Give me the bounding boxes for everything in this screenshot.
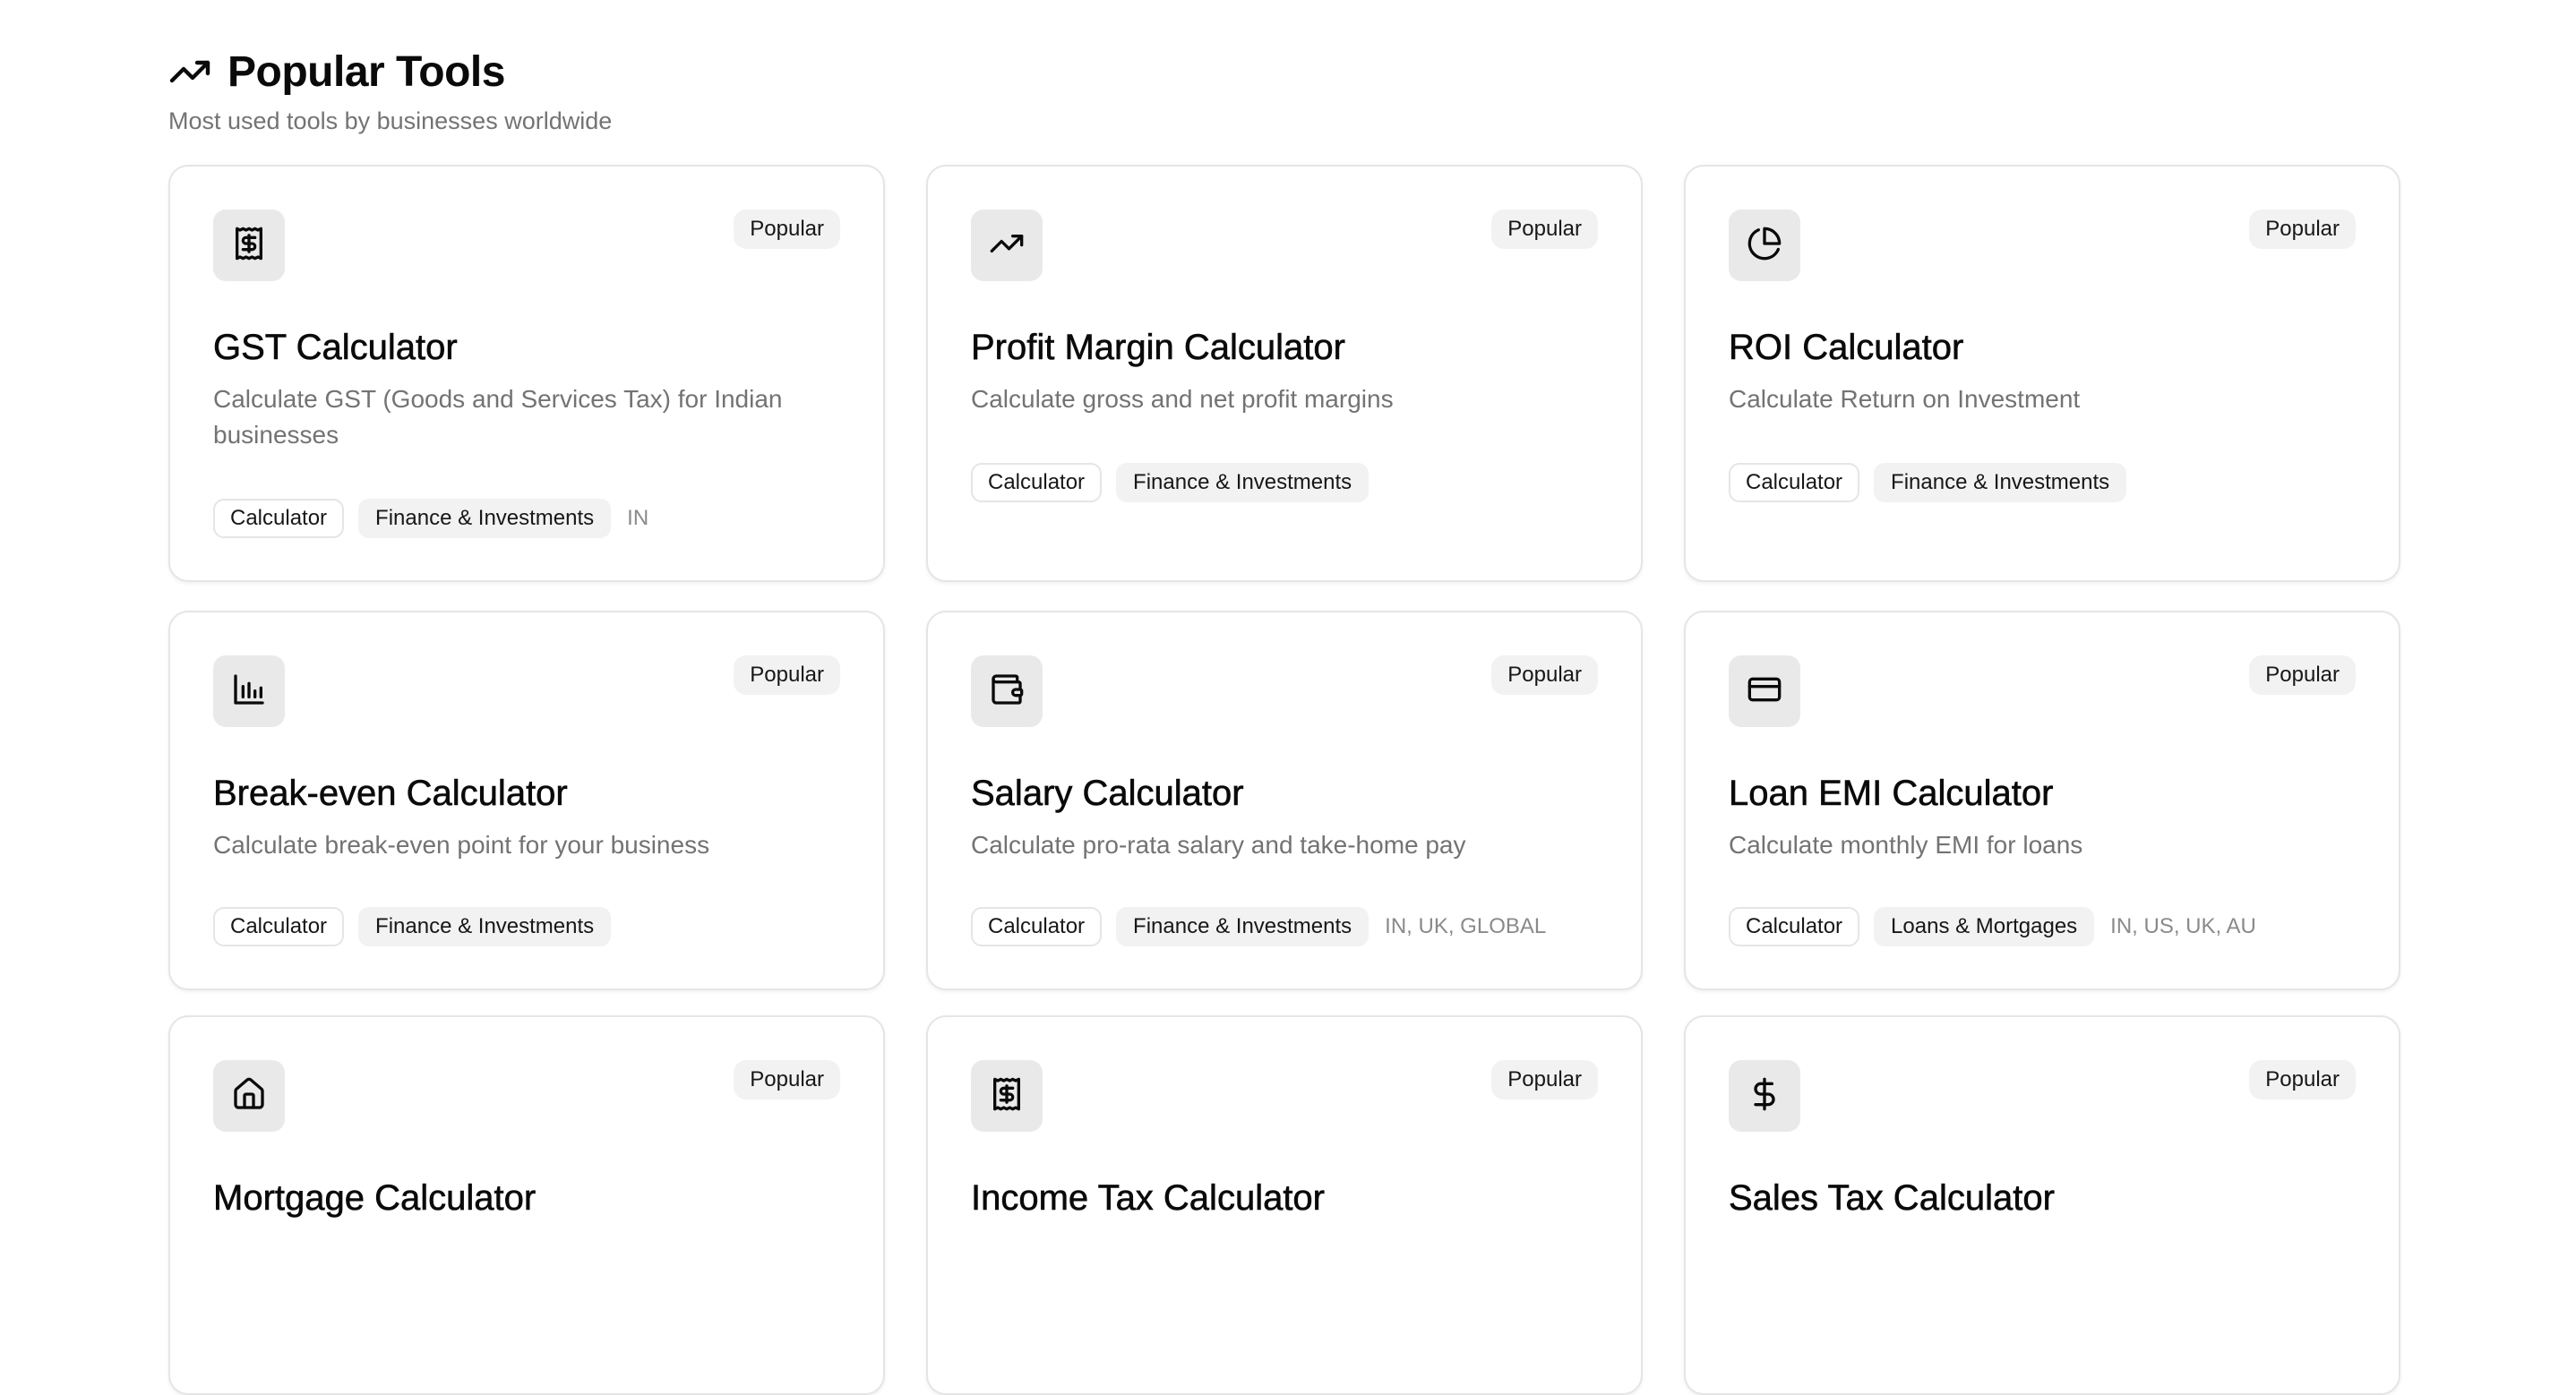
tool-card-salary-calculator[interactable]: Popular Salary Calculator Calculate pro-… (926, 611, 1643, 990)
popular-badge: Popular (1491, 655, 1598, 695)
tag-category: Finance & Investments (358, 499, 612, 538)
tool-description: Calculate GST (Goods and Services Tax) f… (213, 385, 783, 449)
tool-icon-box (971, 655, 1043, 727)
tag-type: Calculator (1729, 463, 1860, 502)
tool-title: Loan EMI Calculator (1729, 774, 2054, 814)
popular-badge: Popular (2249, 210, 2356, 249)
tool-title: Profit Margin Calculator (971, 328, 1346, 368)
trending-up-icon (989, 226, 1025, 266)
section-heading: Popular Tools (168, 43, 505, 100)
tag-type: Calculator (1729, 907, 1860, 946)
tool-description: Calculate pro-rata salary and take-home … (971, 831, 1466, 859)
receipt-icon (989, 1076, 1025, 1117)
home-icon (231, 1076, 267, 1117)
popular-badge: Popular (1491, 210, 1598, 249)
tool-card-sales-tax-calculator[interactable]: Popular Sales Tax Calculator (1684, 1015, 2400, 1395)
tag-type: Calculator (213, 907, 345, 946)
tool-icon-box (971, 210, 1043, 281)
tag-category: Finance & Investments (1116, 907, 1370, 946)
credit-card-icon (1747, 672, 1782, 712)
section-subtitle: Most used tools by businesses worldwide (168, 107, 613, 134)
popular-badge: Popular (2249, 1060, 2356, 1100)
tool-regions: IN, US, UK, AU (2110, 914, 2256, 938)
tool-card-loan-emi-calculator[interactable]: Popular Loan EMI Calculator Calculate mo… (1684, 611, 2400, 990)
bar-chart-icon (231, 672, 267, 712)
popular-badge: Popular (2249, 655, 2356, 695)
tool-title: Sales Tax Calculator (1729, 1178, 2055, 1219)
tool-tags: Calculator Finance & Investments (1729, 462, 2141, 503)
tool-description: Calculate gross and net profit margins (971, 385, 1394, 413)
tool-regions: IN (627, 506, 649, 530)
tool-card-roi-calculator[interactable]: Popular ROI Calculator Calculate Return … (1684, 165, 2400, 582)
trending-up-icon (168, 50, 211, 93)
tool-tags: Calculator Finance & Investments (971, 462, 1383, 503)
pie-chart-icon (1747, 226, 1782, 266)
popular-badge: Popular (734, 655, 840, 695)
tag-category: Loans & Mortgages (1874, 907, 2095, 946)
tag-type: Calculator (213, 499, 345, 538)
tag-category: Finance & Investments (358, 907, 612, 946)
popular-badge: Popular (1491, 1060, 1598, 1100)
tool-title: Break-even Calculator (213, 774, 568, 814)
tool-icon-box (1729, 210, 1800, 281)
popular-badge: Popular (734, 210, 840, 249)
tool-description: Calculate monthly EMI for loans (1729, 831, 2083, 859)
tool-tags: Calculator Loans & Mortgages IN, US, UK,… (1729, 906, 2256, 947)
tool-title: GST Calculator (213, 328, 458, 368)
tool-icon-box (213, 655, 285, 727)
popular-badge: Popular (734, 1060, 840, 1100)
tool-icon-box (213, 1060, 285, 1132)
tool-icon-box (1729, 655, 1800, 727)
tool-title: Mortgage Calculator (213, 1178, 537, 1219)
tag-category: Finance & Investments (1116, 463, 1370, 502)
tool-tags: Calculator Finance & Investments IN (213, 498, 648, 539)
tool-card-gst-calculator[interactable]: Popular GST Calculator Calculate GST (Go… (168, 165, 885, 582)
tool-title: Income Tax Calculator (971, 1178, 1326, 1219)
tool-tags: Calculator Finance & Investments (213, 906, 625, 947)
tool-icon-box (971, 1060, 1043, 1132)
tool-card-mortgage-calculator[interactable]: Popular Mortgage Calculator (168, 1015, 885, 1395)
tool-card-break-even-calculator[interactable]: Popular Break-even Calculator Calculate … (168, 611, 885, 990)
tag-type: Calculator (971, 463, 1103, 502)
dollar-sign-icon (1747, 1076, 1782, 1117)
tool-icon-box (1729, 1060, 1800, 1132)
tool-tags: Calculator Finance & Investments IN, UK,… (971, 906, 1546, 947)
tool-title: Salary Calculator (971, 774, 1244, 814)
wallet-icon (989, 672, 1025, 712)
tool-description: Calculate Return on Investment (1729, 385, 2081, 413)
tool-icon-box (213, 210, 285, 281)
tool-description: Calculate break-even point for your busi… (213, 831, 710, 859)
tool-card-income-tax-calculator[interactable]: Popular Income Tax Calculator (926, 1015, 1643, 1395)
tag-category: Finance & Investments (1874, 463, 2127, 502)
tag-type: Calculator (971, 907, 1103, 946)
section-title: Popular Tools (228, 47, 505, 96)
tool-title: ROI Calculator (1729, 328, 1964, 368)
tool-card-profit-margin-calculator[interactable]: Popular Profit Margin Calculator Calcula… (926, 165, 1643, 582)
tool-regions: IN, UK, GLOBAL (1385, 914, 1547, 938)
receipt-icon (231, 226, 267, 266)
